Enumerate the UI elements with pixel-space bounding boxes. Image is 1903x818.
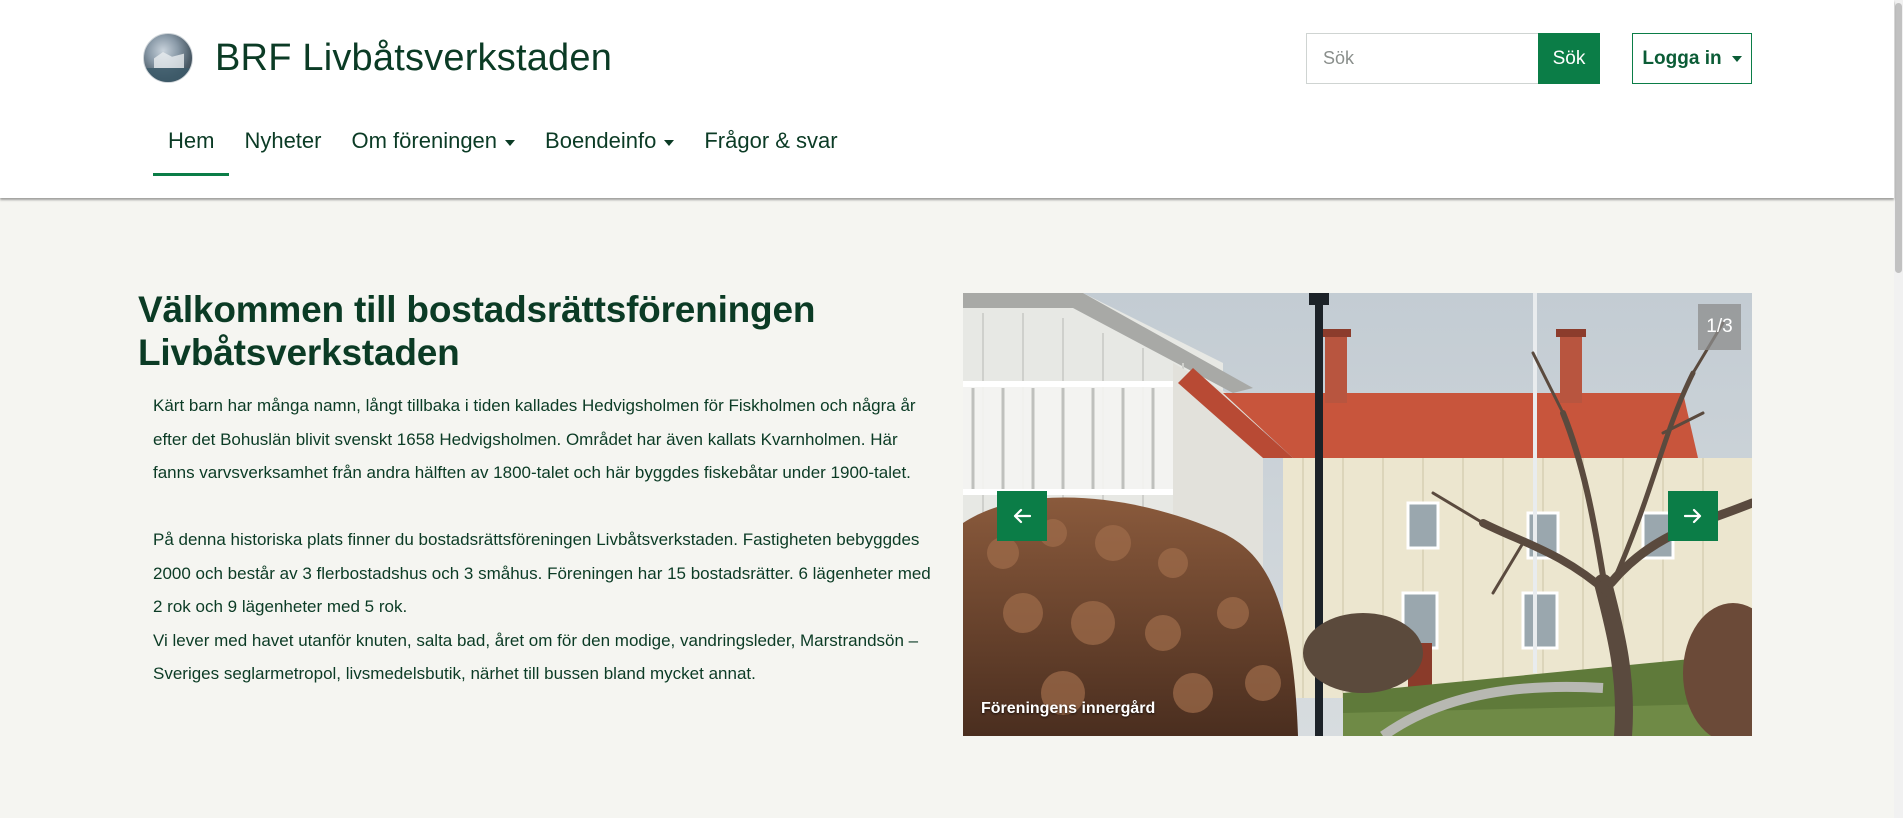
intro-text: Kärt barn har många namn, långt tillbaka…	[153, 389, 931, 691]
nav-item-label: Boendeinfo	[545, 128, 657, 153]
page-title: Välkommen till bostadsrättsföreningen Li…	[138, 289, 816, 373]
caret-down-icon	[1731, 55, 1742, 62]
slide-counter: 1/3	[1698, 304, 1741, 350]
nav-item-om-foreningen[interactable]: Om föreningen	[337, 118, 531, 176]
nav-item-fragor-svar[interactable]: Frågor & svar	[689, 118, 852, 176]
scrollbar-thumb[interactable]	[1895, 3, 1902, 273]
site-title[interactable]: BRF Livbåtsverkstaden	[215, 37, 612, 80]
site-header: BRF Livbåtsverkstaden Sök Logga in Hem N…	[0, 0, 1894, 198]
caret-down-icon	[505, 140, 516, 146]
site-logo[interactable]	[143, 33, 193, 83]
carousel-prev-button[interactable]	[997, 491, 1047, 541]
search-form: Sök	[1306, 33, 1600, 84]
page-scrollbar[interactable]	[1894, 0, 1903, 818]
brand[interactable]: BRF Livbåtsverkstaden	[143, 33, 612, 83]
search-input[interactable]	[1306, 33, 1538, 84]
login-label: Logga in	[1642, 47, 1722, 69]
intro-paragraph: Vi lever med havet utanför knuten, salta…	[153, 630, 919, 684]
nav-item-label: Om föreningen	[351, 128, 498, 153]
carousel-next-button[interactable]	[1668, 491, 1718, 541]
nav-item-label: Hem	[168, 128, 215, 153]
slide-caption: Föreningens innergård	[981, 700, 1156, 717]
login-dropdown-button[interactable]: Logga in	[1632, 33, 1752, 84]
caret-down-icon	[664, 140, 675, 146]
arrow-right-icon	[1684, 508, 1702, 524]
arrow-left-icon	[1013, 508, 1031, 524]
nav-item-nyheter[interactable]: Nyheter	[229, 118, 336, 176]
courtyard-photo	[963, 293, 1752, 736]
nav-item-hem[interactable]: Hem	[153, 118, 230, 176]
intro-paragraph: På denna historiska plats finner du bost…	[153, 530, 931, 616]
intro-paragraph: Kärt barn har många namn, långt tillbaka…	[153, 396, 916, 482]
image-carousel[interactable]: 1/3 Föreningens innergård	[963, 293, 1752, 736]
nav-item-label: Frågor & svar	[704, 128, 838, 153]
search-button[interactable]: Sök	[1538, 33, 1600, 84]
nav-item-label: Nyheter	[244, 128, 322, 153]
nav-item-boendeinfo[interactable]: Boendeinfo	[530, 118, 689, 176]
main-nav: Hem Nyheter Om föreningen Boendeinfo Frå…	[153, 118, 853, 176]
